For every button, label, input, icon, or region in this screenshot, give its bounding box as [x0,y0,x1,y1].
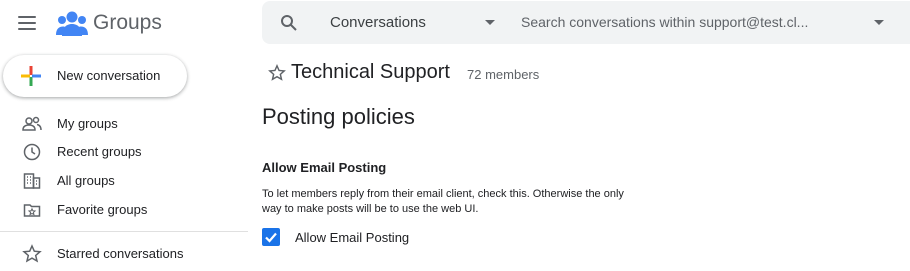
search-scope-value: Conversations [330,14,426,31]
hamburger-menu-icon [18,16,36,18]
star-outline-icon [268,64,286,81]
sidebar-item-label: My groups [57,116,118,131]
sidebar-item-favorite-groups[interactable]: Favorite groups [0,196,248,224]
sidebar-item-my-groups[interactable]: My groups [0,110,248,138]
sidebar-item-label: Favorite groups [57,202,148,217]
search-bar: Conversations [262,1,910,44]
groups-logo-icon[interactable] [56,10,88,38]
app-title: Groups [93,11,162,34]
allow-email-posting-label[interactable]: Allow Email Posting [295,230,409,245]
sidebar-item-starred-conversations[interactable]: Starred conversations [0,240,248,268]
search-scope-dropdown[interactable]: Conversations [330,1,500,44]
dropdown-arrow-icon[interactable] [874,20,884,25]
chevron-down-icon [485,20,495,25]
page-title: Posting policies [262,104,415,129]
new-conversation-label: New conversation [57,68,161,83]
search-icon[interactable] [280,14,298,32]
group-name: Technical Support [291,61,450,83]
sidebar-item-label: Starred conversations [57,246,184,261]
sidebar-item-recent-groups[interactable]: Recent groups [0,138,248,166]
building-icon [22,171,42,191]
star-outline-icon [22,244,42,264]
section-title: Allow Email Posting [262,160,387,175]
folder-star-icon [22,200,42,220]
sidebar-item-label: All groups [57,173,115,188]
section-description: To let members reply from their email cl… [262,188,624,215]
allow-email-posting-checkbox[interactable] [262,228,280,246]
new-conversation-button[interactable]: New conversation [3,55,187,97]
people-outline-icon [22,114,42,134]
member-count[interactable]: 72 members [467,67,539,82]
sidebar-divider [0,231,248,232]
main-menu-button[interactable] [18,13,40,33]
clock-icon [22,142,42,162]
star-group-button[interactable] [268,64,286,82]
multicolor-plus-icon [20,65,42,87]
search-input[interactable] [521,12,861,32]
sidebar-item-label: Recent groups [57,144,142,159]
sidebar-item-all-groups[interactable]: All groups [0,167,248,195]
checkmark-icon [265,232,277,243]
